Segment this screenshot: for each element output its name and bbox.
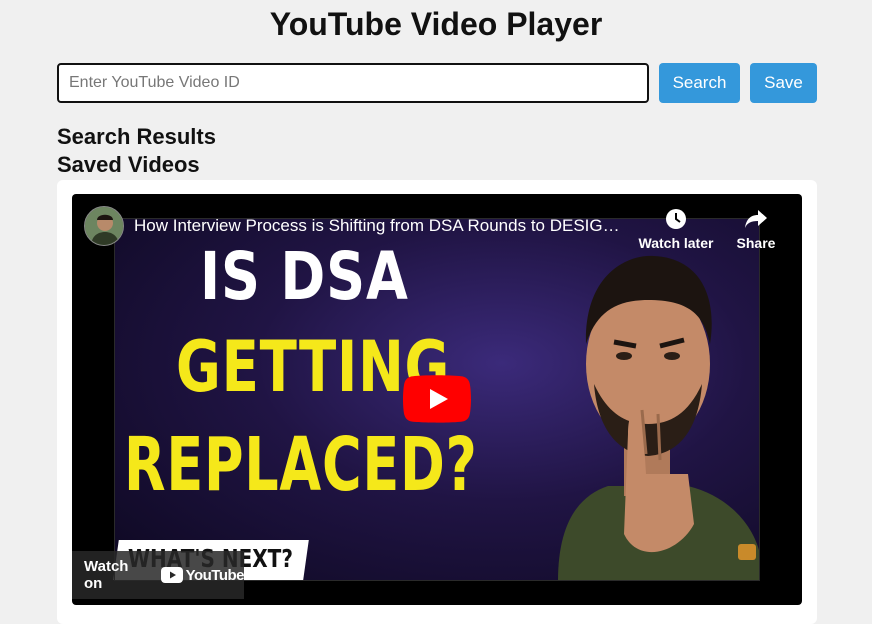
youtube-logo: YouTube [160, 566, 245, 584]
share-arrow-icon [745, 210, 767, 228]
clock-icon [666, 209, 686, 229]
youtube-play-icon[interactable] [403, 375, 471, 423]
saved-video-card: IS DSA GETTING REPLACED? WHAT'S NEXT? [57, 180, 817, 624]
video-title[interactable]: How Interview Process is Shifting from D… [134, 216, 628, 236]
watch-later-label: Watch later [638, 235, 714, 251]
page-title: YouTube Video Player [269, 6, 603, 42]
watch-on-label: Watch on [84, 558, 129, 592]
watch-on-youtube-link[interactable]: Watch on YouTube [72, 551, 245, 599]
youtube-logo-text: YouTube [185, 566, 245, 584]
share-button[interactable]: Share [715, 208, 797, 251]
video-id-input[interactable] [57, 63, 649, 103]
search-button[interactable]: Search [659, 63, 740, 103]
share-label: Share [736, 235, 776, 251]
search-results-heading: Search Results [57, 124, 216, 149]
saved-videos-heading: Saved Videos [57, 152, 200, 177]
avatar-image [85, 207, 123, 245]
youtube-embed-player[interactable]: IS DSA GETTING REPLACED? WHAT'S NEXT? [72, 194, 802, 605]
youtube-logo-icon [160, 567, 183, 583]
search-row: Search Save [57, 63, 817, 103]
save-button[interactable]: Save [750, 63, 817, 103]
channel-avatar[interactable] [84, 206, 124, 246]
watch-later-button[interactable]: Watch later [635, 208, 717, 251]
channel-watermark-icon [738, 544, 756, 560]
